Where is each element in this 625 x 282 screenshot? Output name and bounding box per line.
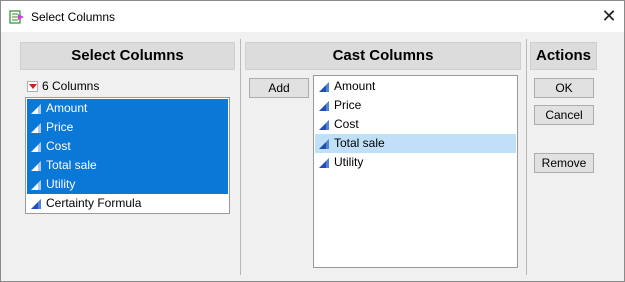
app-icon: [9, 10, 24, 24]
continuous-column-icon: [319, 82, 329, 92]
continuous-column-icon: [31, 199, 41, 209]
list-item-label: Cost: [46, 139, 71, 153]
continuous-column-icon: [319, 158, 329, 168]
list-item[interactable]: Utility: [27, 175, 228, 194]
remove-button[interactable]: Remove: [534, 153, 594, 173]
list-item-label: Amount: [46, 101, 88, 115]
list-item[interactable]: Cost: [27, 137, 228, 156]
list-item[interactable]: Utility: [315, 153, 516, 172]
cast-columns-header: Cast Columns: [245, 42, 521, 70]
continuous-column-icon: [31, 161, 41, 171]
continuous-column-icon: [319, 120, 329, 130]
column-count-label: 6 Columns: [42, 79, 100, 93]
list-item[interactable]: Price: [27, 118, 228, 137]
list-item-label: Amount: [334, 79, 376, 93]
panel-divider: [526, 39, 527, 275]
list-item-label: Price: [334, 98, 362, 112]
cancel-button[interactable]: Cancel: [534, 105, 594, 125]
list-item-label: Certainty Formula: [46, 196, 142, 210]
list-item[interactable]: Amount: [315, 77, 516, 96]
list-item-label: Total sale: [334, 136, 385, 150]
dropdown-arrow-icon[interactable]: [27, 81, 38, 92]
list-item-label: Utility: [46, 177, 76, 191]
actions-header: Actions: [530, 42, 597, 70]
list-item-label: Utility: [334, 155, 364, 169]
cast-columns-list[interactable]: Amount Price Cost Total sale Utility: [313, 75, 518, 268]
window-title: Select Columns: [31, 10, 116, 24]
list-item[interactable]: Total sale: [27, 156, 228, 175]
continuous-column-icon: [31, 142, 41, 152]
list-item[interactable]: Price: [315, 96, 516, 115]
list-item[interactable]: Amount: [27, 99, 228, 118]
select-columns-dialog: Select Columns ✕ Select Columns 6 Column…: [0, 0, 625, 282]
list-item[interactable]: Total sale: [315, 134, 516, 153]
title-bar: Select Columns ✕: [1, 1, 624, 32]
continuous-column-icon: [31, 180, 41, 190]
list-item[interactable]: Certainty Formula: [27, 194, 228, 213]
continuous-column-icon: [31, 123, 41, 133]
list-item[interactable]: Cost: [315, 115, 516, 134]
add-button[interactable]: Add: [249, 78, 309, 98]
list-item-label: Price: [46, 120, 74, 134]
list-item-label: Total sale: [46, 158, 97, 172]
select-columns-list[interactable]: Amount Price Cost Total sale Utility Certaint…: [25, 97, 230, 214]
panel-divider: [240, 39, 241, 275]
select-columns-header: Select Columns: [20, 42, 235, 70]
ok-button[interactable]: OK: [534, 78, 594, 98]
close-button[interactable]: ✕: [597, 5, 621, 27]
continuous-column-icon: [319, 101, 329, 111]
list-item-label: Cost: [334, 117, 359, 131]
continuous-column-icon: [31, 104, 41, 114]
continuous-column-icon: [319, 139, 329, 149]
